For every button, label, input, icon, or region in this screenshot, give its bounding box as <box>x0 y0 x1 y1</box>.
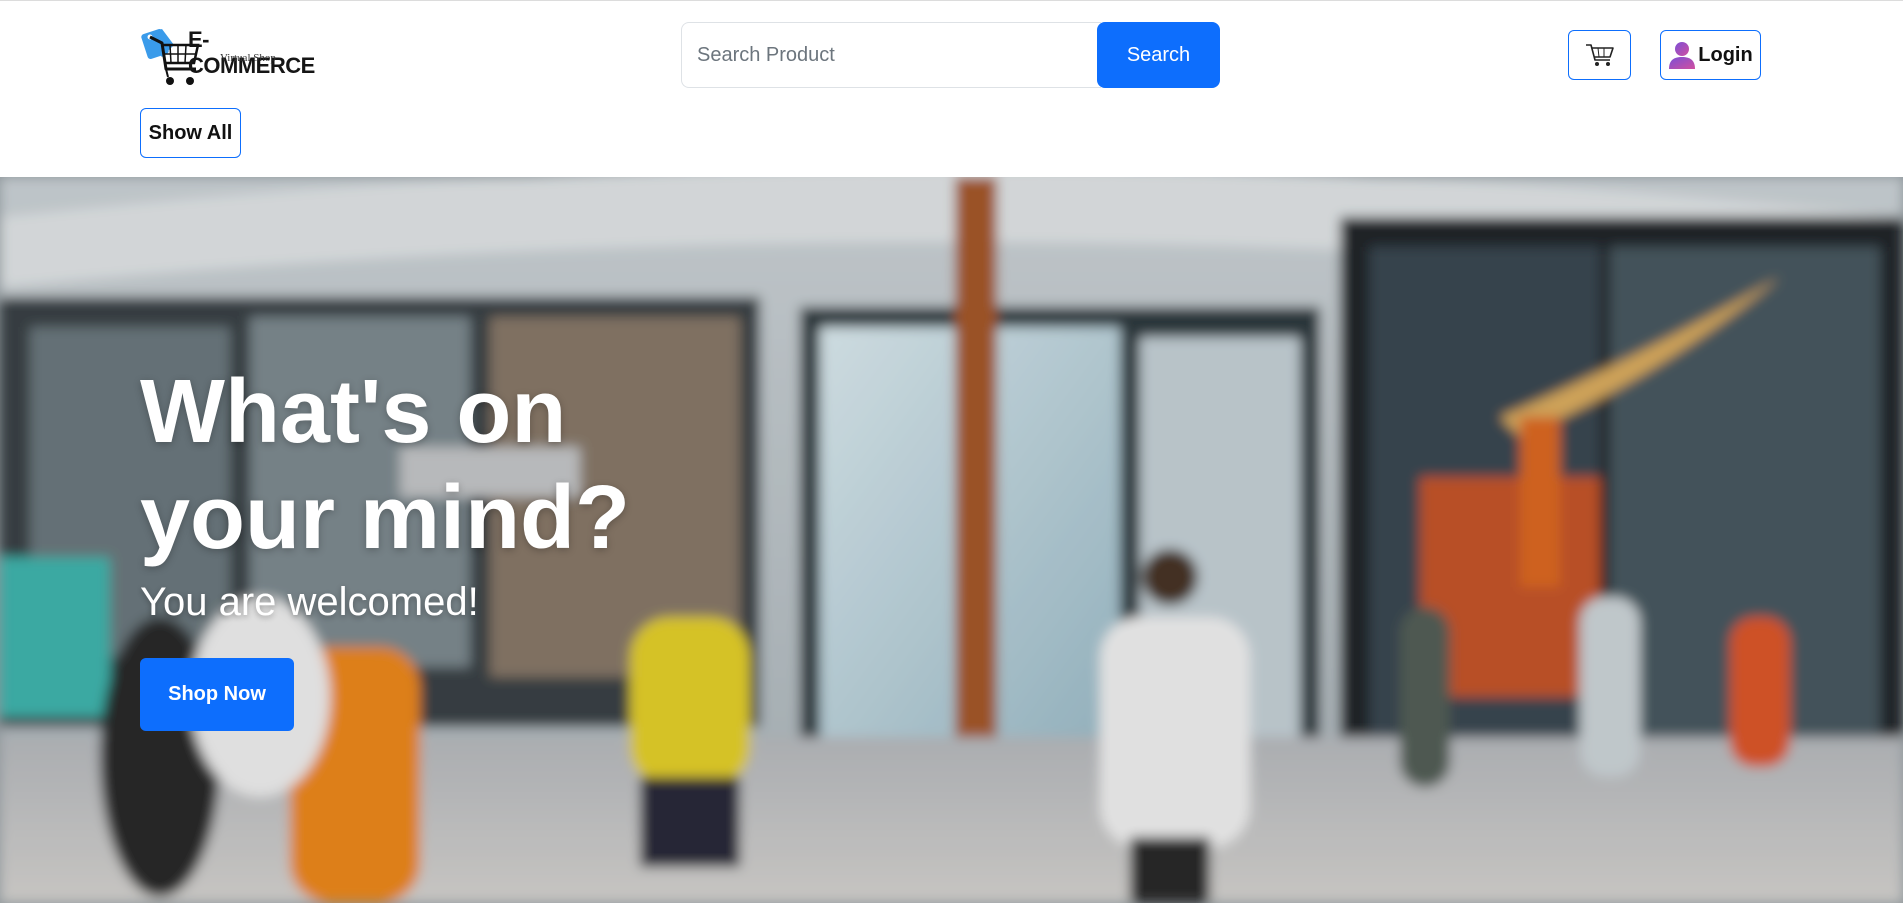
search-input[interactable] <box>681 22 1101 88</box>
cart-button[interactable] <box>1568 30 1631 80</box>
show-all-button[interactable]: Show All <box>140 108 241 158</box>
hero-banner: What's on your mind? You are welcomed! S… <box>0 177 1903 903</box>
shopping-cart-icon <box>1585 44 1614 66</box>
brand-logo[interactable]: E-COMMERCE Virtual Shop <box>140 25 330 89</box>
brand-tagline: Virtual Shop <box>220 52 276 64</box>
hero-subtitle: You are welcomed! <box>140 580 479 624</box>
shop-now-button[interactable]: Shop Now <box>140 658 294 731</box>
user-icon <box>1669 42 1696 69</box>
login-label: Login <box>1698 43 1753 66</box>
hero-title: What's on your mind? <box>140 362 630 568</box>
login-button[interactable]: Login <box>1660 30 1761 80</box>
page: E-COMMERCE Virtual Shop Search Product S… <box>0 0 1903 903</box>
search-button[interactable]: Search <box>1097 22 1220 88</box>
search-bar: Search <box>681 22 1220 88</box>
site-header: E-COMMERCE Virtual Shop Search Product S… <box>0 0 1903 177</box>
